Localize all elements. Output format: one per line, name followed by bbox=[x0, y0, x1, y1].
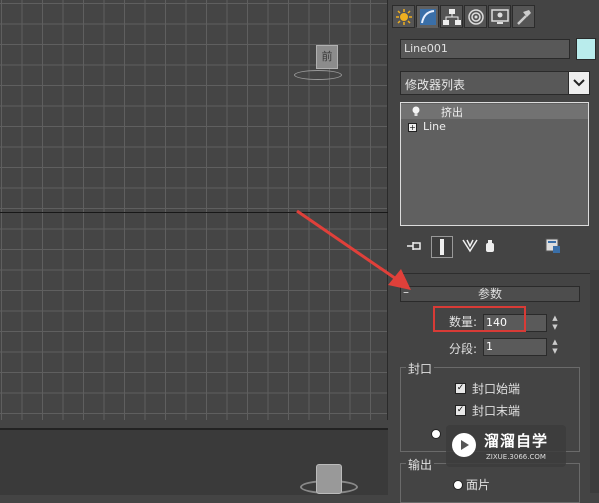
cap-end-label: 封口末端 bbox=[472, 404, 521, 418]
stack-item-label: Line bbox=[423, 120, 446, 133]
segments-input[interactable]: 1 bbox=[483, 338, 547, 356]
stack-item-line[interactable]: + Line bbox=[401, 120, 588, 135]
modify-tab[interactable] bbox=[416, 5, 439, 28]
stack-item-extrude[interactable]: 挤出 bbox=[401, 104, 588, 119]
hierarchy-tab[interactable] bbox=[440, 5, 463, 28]
chevron-down-icon[interactable] bbox=[568, 72, 589, 94]
modifier-stack[interactable]: 挤出 + Line bbox=[400, 102, 589, 226]
panel-divider bbox=[400, 273, 599, 274]
display-icon bbox=[490, 8, 509, 24]
viewport-axis-line bbox=[0, 212, 388, 213]
motion-icon bbox=[467, 8, 484, 25]
create-tab[interactable] bbox=[392, 5, 415, 28]
segments-label: 分段: bbox=[449, 342, 478, 356]
object-color-swatch[interactable] bbox=[576, 38, 596, 60]
stack-item-label: 挤出 bbox=[441, 106, 463, 119]
parameters-rollout-header[interactable]: – 参数 bbox=[400, 285, 580, 302]
output-patch-radio[interactable] bbox=[453, 480, 463, 490]
panel-scrollbar[interactable] bbox=[590, 270, 599, 493]
command-panel-tabs bbox=[390, 5, 599, 31]
output-group-title: 输出 bbox=[406, 456, 435, 473]
show-end-result-button[interactable] bbox=[431, 236, 453, 258]
stack-toolbar bbox=[400, 236, 599, 258]
viewcube-ring[interactable] bbox=[294, 70, 342, 80]
hierarchy-icon bbox=[442, 8, 461, 25]
segments-spinner[interactable]: ▲ ▼ bbox=[550, 338, 560, 356]
cap-start-checkbox[interactable]: ✓ bbox=[455, 383, 466, 394]
cap-end-checkbox[interactable]: ✓ bbox=[455, 405, 466, 416]
display-tab[interactable] bbox=[488, 5, 511, 28]
make-unique-button[interactable] bbox=[460, 236, 480, 256]
viewcube-face[interactable]: 前 bbox=[316, 45, 338, 69]
remove-modifier-icon bbox=[486, 240, 494, 252]
modify-icon bbox=[419, 8, 436, 25]
show-end-result-icon bbox=[440, 239, 444, 255]
object-name-field[interactable]: Line001 bbox=[400, 39, 570, 59]
rollout-title: 参数 bbox=[477, 287, 502, 301]
output-patch-label: 面片 bbox=[466, 478, 491, 492]
make-unique-icon bbox=[462, 239, 478, 253]
motion-tab[interactable] bbox=[464, 5, 487, 28]
utilities-tab[interactable] bbox=[512, 5, 535, 28]
viewport-top[interactable]: 前 bbox=[0, 0, 388, 420]
highlight-box bbox=[433, 306, 526, 332]
configure-modifier-sets-button[interactable] bbox=[543, 236, 563, 256]
pin-stack-button[interactable] bbox=[405, 236, 425, 256]
pin-stack-icon bbox=[407, 242, 421, 250]
utilities-icon bbox=[516, 9, 531, 25]
cap-morph-radio[interactable] bbox=[431, 429, 441, 439]
viewcube-face[interactable] bbox=[316, 464, 342, 494]
modifier-list-label: 修改器列表 bbox=[405, 78, 466, 92]
watermark-brand: 溜溜自学 bbox=[484, 432, 549, 450]
play-logo-icon bbox=[452, 433, 476, 457]
capping-group-title: 封口 bbox=[406, 360, 435, 377]
cap-start-label: 封口始端 bbox=[472, 382, 521, 396]
modifier-list-dropdown[interactable]: 修改器列表 bbox=[400, 71, 590, 95]
expand-plus-icon[interactable]: + bbox=[408, 123, 417, 132]
lightbulb-icon[interactable] bbox=[411, 106, 421, 117]
viewcube-perspective[interactable] bbox=[300, 460, 360, 494]
create-icon bbox=[395, 8, 412, 25]
watermark: 溜溜自学 ZIXUE.3066.COM bbox=[446, 425, 566, 467]
remove-modifier-button[interactable] bbox=[480, 236, 500, 256]
amount-spinner[interactable]: ▲ ▼ bbox=[550, 314, 560, 332]
watermark-url: ZIXUE.3066.COM bbox=[486, 453, 546, 461]
viewcube[interactable]: 前 bbox=[292, 40, 342, 84]
configure-modifier-sets-icon bbox=[545, 238, 560, 253]
